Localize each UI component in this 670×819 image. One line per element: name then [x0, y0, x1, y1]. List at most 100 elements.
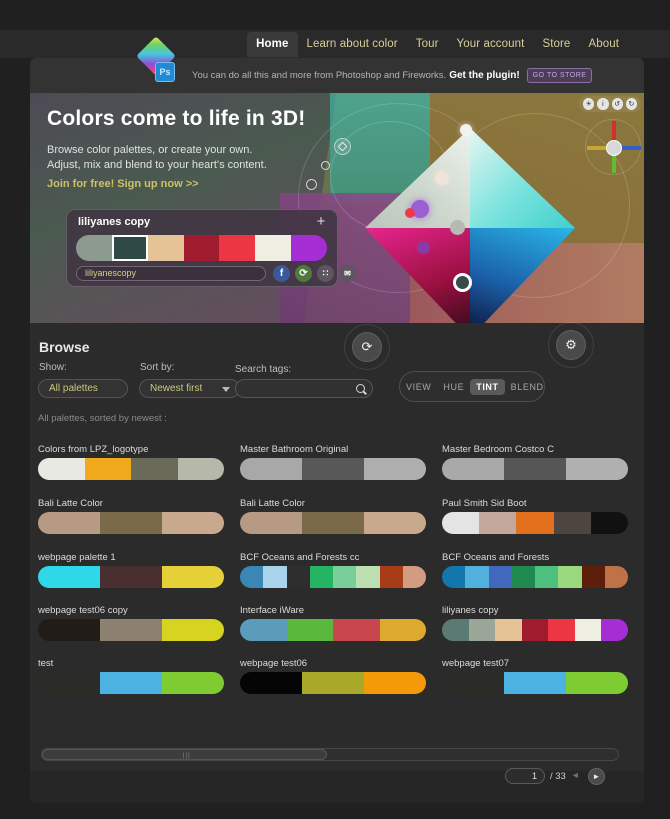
active-swatch-0[interactable]: [76, 235, 112, 261]
palette-swatch-2[interactable]: [364, 512, 426, 534]
signup-link[interactable]: Join for free! Sign up now >>: [47, 178, 199, 190]
palette-swatch-0[interactable]: [240, 458, 302, 480]
scrollbar-thumb[interactable]: |||: [42, 749, 327, 760]
palette-item-strip[interactable]: [38, 619, 224, 641]
palette-swatch-1[interactable]: [479, 512, 517, 534]
palette-swatch-1[interactable]: [84, 458, 131, 480]
palette-swatch-2[interactable]: [495, 619, 522, 641]
palette-swatch-2[interactable]: [162, 512, 224, 534]
color-point-white[interactable]: [460, 124, 472, 136]
palette-swatch-1[interactable]: [302, 672, 364, 694]
palette-swatch-2[interactable]: [566, 458, 628, 480]
palette-swatch-2[interactable]: [286, 566, 310, 588]
palette-item-strip[interactable]: [442, 566, 628, 588]
mode-hue[interactable]: HUE: [437, 379, 470, 395]
palette-swatch-0[interactable]: [240, 512, 302, 534]
active-swatch-4[interactable]: [219, 235, 256, 261]
nav-item-store[interactable]: Store: [533, 32, 579, 57]
palette-swatch-2[interactable]: [162, 619, 224, 641]
palette-swatch-1[interactable]: [302, 458, 364, 480]
nav-item-learn-about-color[interactable]: Learn about color: [298, 32, 407, 57]
page-number-input[interactable]: 1: [505, 768, 545, 784]
palette-item[interactable]: Master Bathroom Original: [240, 444, 426, 480]
palette-item[interactable]: Bali Latte Color: [38, 498, 224, 534]
mode-tint[interactable]: TINT: [470, 378, 505, 395]
facebook-share-button[interactable]: f: [273, 265, 290, 282]
color-point-violet[interactable]: [417, 241, 430, 254]
next-page-button[interactable]: ►: [587, 767, 605, 785]
active-swatch-1[interactable]: [111, 235, 148, 261]
palette-swatch-1[interactable]: [100, 619, 162, 641]
palette-item-strip[interactable]: [240, 566, 426, 588]
rotate-right-icon[interactable]: ↻: [625, 98, 637, 110]
nav-item-home[interactable]: Home: [247, 31, 298, 57]
palette-swatch-0[interactable]: [38, 672, 100, 694]
palette-item[interactable]: liliyanes copy: [442, 605, 628, 641]
palette-swatch-1[interactable]: [100, 512, 162, 534]
palette-swatch-3[interactable]: [309, 566, 333, 588]
color-point-red[interactable]: [405, 208, 415, 218]
active-palette-swatches[interactable]: [76, 235, 327, 261]
palette-swatch-0[interactable]: [240, 672, 302, 694]
palette-swatch-4[interactable]: [548, 619, 575, 641]
palette-swatch-3[interactable]: [511, 566, 535, 588]
palette-swatch-0[interactable]: [38, 619, 100, 641]
palette-swatch-0[interactable]: [442, 619, 469, 641]
mode-view[interactable]: VIEW: [400, 379, 437, 395]
palette-swatch-1[interactable]: [465, 566, 489, 588]
palette-item-strip[interactable]: [240, 512, 426, 534]
color-point-cream[interactable]: [435, 171, 449, 185]
palette-swatch-2[interactable]: [566, 672, 628, 694]
palette-swatch-1[interactable]: [263, 566, 287, 588]
active-swatch-6[interactable]: [291, 235, 327, 261]
palette-item-strip[interactable]: [38, 458, 224, 480]
palette-swatch-3[interactable]: [379, 619, 426, 641]
show-filter-select[interactable]: All palettes: [38, 379, 128, 398]
palette-swatch-0[interactable]: [38, 512, 100, 534]
palette-item-strip[interactable]: [240, 672, 426, 694]
palette-item[interactable]: Colors from LPZ_logotype: [38, 444, 224, 480]
add-swatch-button[interactable]: +: [314, 214, 328, 229]
palette-item[interactable]: Paul Smith Sid Boot: [442, 498, 628, 534]
palette-swatch-5[interactable]: [558, 566, 582, 588]
palette-item-strip[interactable]: [38, 672, 224, 694]
active-swatch-3[interactable]: [183, 235, 220, 261]
palette-item-strip[interactable]: [38, 566, 224, 588]
color-point-selected[interactable]: [453, 273, 472, 292]
axis-gizmo[interactable]: [585, 119, 643, 177]
palette-item[interactable]: webpage test06 copy: [38, 605, 224, 641]
palette-swatch-0[interactable]: [442, 566, 466, 588]
palette-swatch-3[interactable]: [177, 458, 224, 480]
palette-item-strip[interactable]: [442, 458, 628, 480]
palette-swatch-4[interactable]: [590, 512, 628, 534]
palette-swatch-1[interactable]: [504, 458, 566, 480]
palette-swatch-2[interactable]: [162, 672, 224, 694]
palette-swatch-2[interactable]: [488, 566, 512, 588]
palette-swatch-1[interactable]: [504, 672, 566, 694]
active-palette-card[interactable]: liliyanes copy + liliyanescopy f ⟳ ∷ ✉: [66, 209, 356, 287]
palette-swatch-0[interactable]: [442, 458, 504, 480]
palette-item-strip[interactable]: [442, 619, 628, 641]
grid-share-button[interactable]: ∷: [317, 265, 334, 282]
palette-swatch-2[interactable]: [162, 566, 224, 588]
palette-item[interactable]: BCF Oceans and Forests cc: [240, 552, 426, 588]
palette-item[interactable]: webpage palette 1: [38, 552, 224, 588]
palette-item[interactable]: Master Bedroom Costco C: [442, 444, 628, 480]
nav-item-tour[interactable]: Tour: [407, 32, 448, 57]
active-swatch-5[interactable]: [255, 235, 292, 261]
palette-item[interactable]: Bali Latte Color: [240, 498, 426, 534]
palette-swatch-0[interactable]: [240, 566, 264, 588]
view-settings-button[interactable]: ⚙: [556, 330, 586, 360]
palette-swatch-7[interactable]: [402, 566, 426, 588]
view-mode-toggle[interactable]: VIEW HUE TINT BLEND: [399, 371, 545, 402]
palette-swatch-4[interactable]: [535, 566, 559, 588]
more-share-button[interactable]: ✉: [339, 265, 356, 282]
palette-item-strip[interactable]: [38, 512, 224, 534]
palette-swatch-2[interactable]: [364, 458, 426, 480]
palette-swatch-5[interactable]: [356, 566, 380, 588]
nav-item-about[interactable]: About: [579, 32, 628, 57]
color-point-gray[interactable]: [450, 220, 465, 235]
palette-swatch-3[interactable]: [553, 512, 591, 534]
palette-swatch-6[interactable]: [581, 566, 605, 588]
gizmo-center-handle[interactable]: [606, 140, 622, 156]
